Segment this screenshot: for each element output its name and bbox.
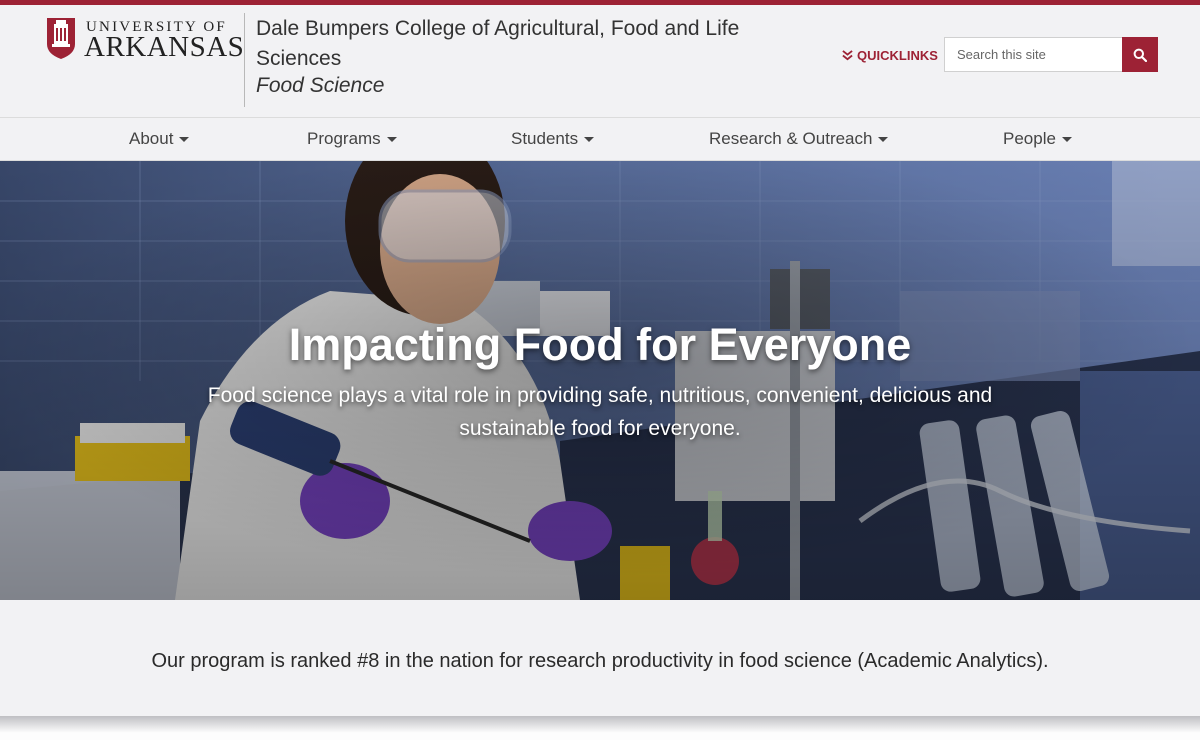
nav-item-label: People [1003,129,1056,148]
nav-item-label: Students [511,129,579,148]
department-name-link[interactable]: Food Science [256,74,384,98]
quicklinks-label: QUICKLINKS [857,48,938,63]
hero-subtitle: Food science plays a vital role in provi… [207,384,993,440]
section-divider-shadow [0,716,1200,740]
ranking-text: Our program is ranked #8 in the nation f… [151,650,1049,672]
site-header: UNIVERSITY OF ARKANSAS Dale Bumpers Coll… [0,5,1200,117]
wordmark-arkansas: ARKANSAS [84,31,245,63]
nav-item-programs[interactable]: Programs [307,129,397,149]
caret-down-icon [878,136,889,142]
college-name-link[interactable]: Dale Bumpers College of Agricultural, Fo… [256,14,776,74]
nav-item-students[interactable]: Students [511,129,595,149]
nav-item-research-outreach[interactable]: Research & Outreach [709,129,889,149]
nav-item-about[interactable]: About [129,129,190,149]
header-divider [244,13,245,107]
caret-down-icon [584,136,595,142]
main-nav: About Programs Students Research & Outre… [0,117,1200,161]
caret-down-icon [1061,136,1072,142]
search-input[interactable] [944,37,1122,72]
double-chevron-down-icon [842,50,853,61]
nav-item-label: Programs [307,129,381,148]
university-seal-icon [47,18,75,59]
quicklinks-toggle[interactable]: QUICKLINKS [842,48,938,63]
search-icon [1133,48,1147,62]
university-logo[interactable]: UNIVERSITY OF ARKANSAS [45,14,244,66]
site-search [944,37,1158,72]
hero-title: Impacting Food for Everyone [288,319,912,370]
nav-item-label: Research & Outreach [709,129,873,148]
nav-item-label: About [129,129,174,148]
search-button[interactable] [1122,37,1158,72]
nav-item-people[interactable]: People [1003,129,1072,149]
hero-banner: Impacting Food for Everyone Food science… [0,161,1200,600]
ranking-section: Our program is ranked #8 in the nation f… [0,600,1200,716]
caret-down-icon [179,136,190,142]
caret-down-icon [386,136,397,142]
